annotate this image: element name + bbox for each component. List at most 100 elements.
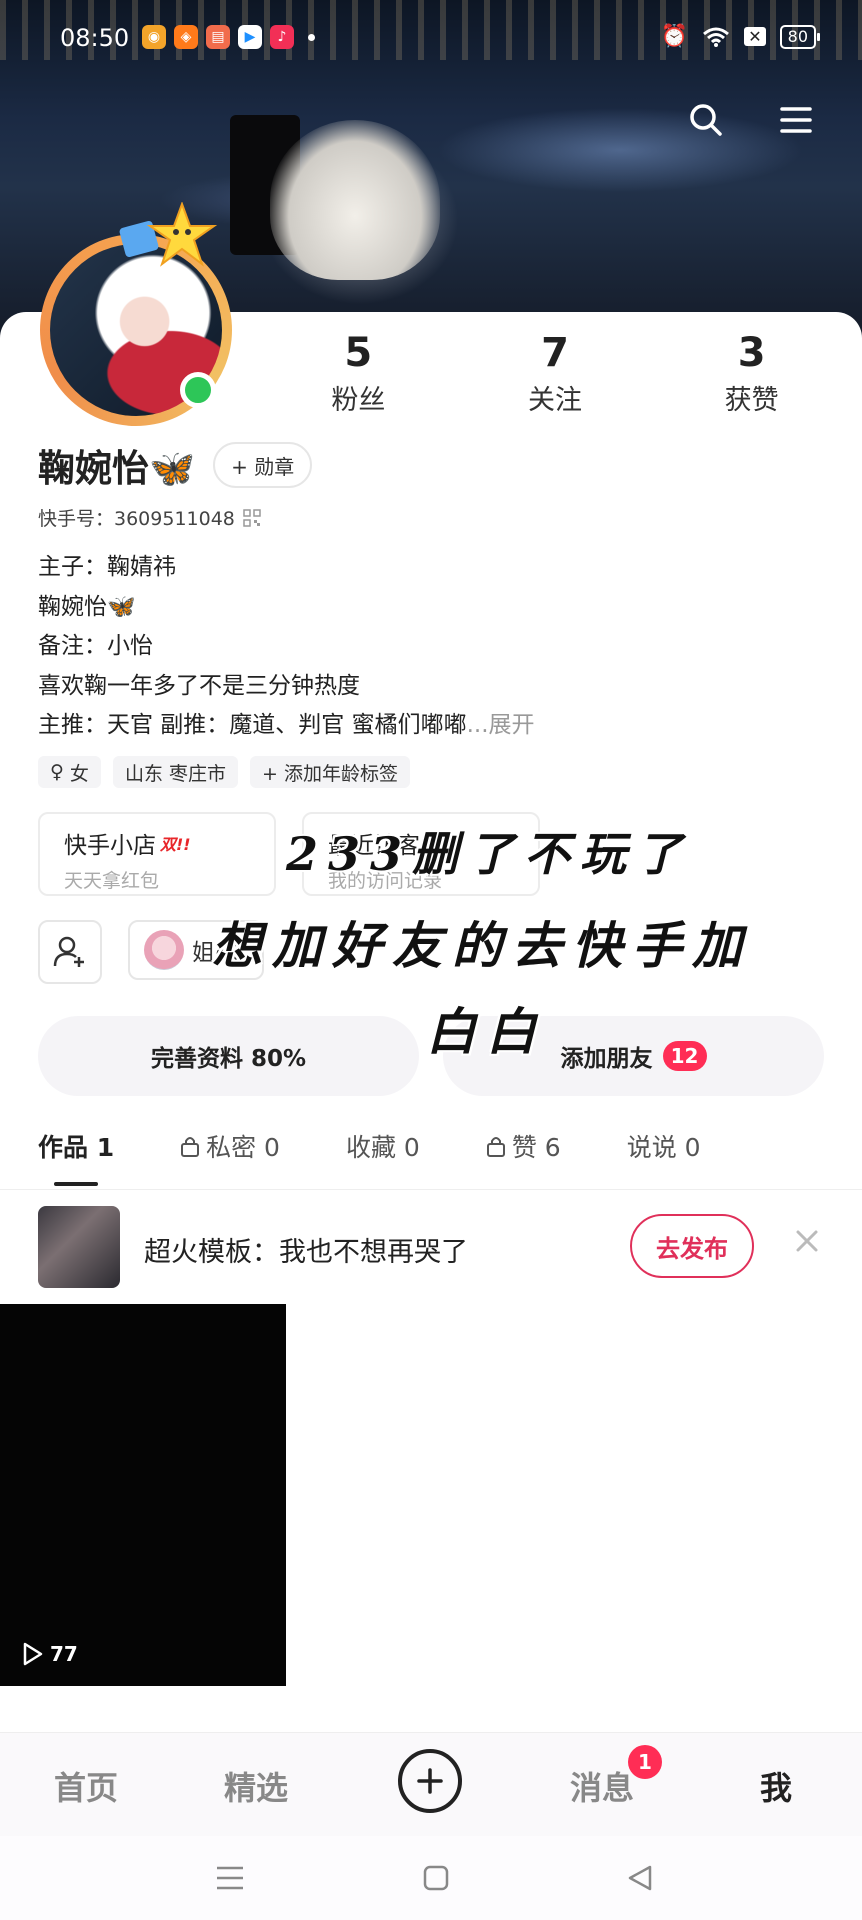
nav-me[interactable]: 我 [760, 1763, 792, 1809]
stat-likes[interactable]: 3 获赞 [653, 330, 850, 417]
bio-line: 主子：鞠婧祎 [38, 554, 176, 580]
bottom-nav: 首页 精选 消息 1 我 [0, 1732, 862, 1836]
menu-icon [780, 107, 812, 133]
stat-label: 关注 [528, 385, 582, 416]
add-user-icon [53, 936, 84, 967]
lock-icon [181, 1137, 200, 1157]
tag-gender: ♀ 女 [38, 756, 101, 788]
qr-code-icon [243, 508, 261, 527]
profile-tags: ♀ 女 山东 枣庄市 + 添加年龄标签 [38, 756, 410, 788]
overlay-text-line-1: 233删了不玩了 [286, 827, 693, 881]
stat-following[interactable]: 7 关注 [457, 330, 654, 417]
avatar-star-decoration-icon [119, 202, 218, 267]
tab-private[interactable]: 私密 0 [180, 1128, 280, 1164]
play-count-value: 77 [50, 1642, 78, 1666]
weibo-icon: ◉ [142, 25, 166, 49]
status-time: 08:50 [60, 24, 130, 52]
tab-label: 收藏 0 [345, 1133, 420, 1162]
back-triangle-icon [628, 1865, 652, 1891]
bio-line-last: 主推：天官 副推：魔道、判官 蜜橘们嘟嘟...展开 [38, 706, 535, 746]
battery-indicator: 80 [779, 24, 821, 49]
music-app-icon: ♪ [270, 25, 294, 49]
app-red-icon: ▤ [206, 25, 230, 49]
tab-likes[interactable]: 赞 6 [486, 1128, 561, 1164]
system-navigation-bar [0, 1836, 862, 1920]
home-button[interactable] [416, 1858, 456, 1898]
back-button[interactable] [620, 1858, 660, 1898]
kuaishou-id[interactable]: 快手号：3609511048 [38, 504, 261, 531]
more-notifications-dot [308, 33, 315, 41]
stat-followers[interactable]: 5 粉丝 [260, 330, 457, 417]
add-age-tag-button[interactable]: + 添加年龄标签 [249, 756, 410, 788]
create-button[interactable] [398, 1749, 462, 1813]
bio-line: 鞠婉怡🦋 [38, 593, 136, 620]
box-title: 快手小店 [64, 833, 156, 859]
sim-off-icon: ✕ [744, 27, 766, 46]
tab-favorites[interactable]: 收藏 0 [346, 1128, 420, 1164]
play-count: 77 [22, 1642, 78, 1666]
nav-home[interactable]: 首页 [54, 1763, 118, 1809]
close-icon[interactable] [790, 1224, 824, 1258]
recents-button[interactable] [210, 1858, 250, 1898]
name-row: 鞠婉怡🦋 + 勋章 [38, 438, 313, 492]
active-tab-indicator [54, 1182, 98, 1186]
bio-line: 喜欢鞠一年多了不是三分钟热度 [38, 672, 360, 699]
add-badge-button[interactable]: + 勋章 [213, 442, 313, 488]
app-orange-icon: ◈ [174, 25, 198, 49]
stat-label: 获赞 [724, 385, 779, 416]
template-promo-text: 超火模板：我也不想再哭了 [144, 1237, 468, 1268]
nav-featured[interactable]: 精选 [224, 1763, 288, 1809]
add-friends-label: 添加朋友 [560, 1046, 653, 1072]
notification-icons: ◉ ◈ ▤ ▶ ♪ [142, 25, 315, 49]
female-icon: ♀ [50, 761, 64, 783]
online-status-dot [180, 372, 216, 408]
search-icon [690, 104, 722, 136]
avatar[interactable] [40, 202, 232, 426]
home-square-icon [423, 1865, 449, 1891]
messages-badge: 1 [628, 1745, 662, 1779]
video-thumbnail[interactable]: 77 [0, 1304, 286, 1686]
wifi-icon [703, 27, 730, 47]
add-friends-count-badge: 12 [662, 1041, 707, 1071]
hot-badge: 双!! [160, 835, 191, 854]
recents-icon [217, 1866, 243, 1890]
tag-label: 女 [69, 762, 89, 785]
alarm-icon: ⏰ [660, 24, 689, 49]
nav-messages[interactable]: 消息 [570, 1763, 634, 1809]
add-contact-button[interactable] [38, 920, 102, 984]
bio-expand-link[interactable]: ...展开 [467, 712, 535, 738]
box-subtitle: 天天拿红包 [64, 870, 160, 892]
profile-bio[interactable]: 主子：鞠婧祎 鞠婉怡🦋 备注：小怡 喜欢鞠一年多了不是三分钟热度 主推：天官 副… [38, 548, 535, 746]
complete-profile-button[interactable]: 完善资料 80% [38, 1016, 419, 1096]
kuaishou-id-text: 快手号：3609511048 [38, 508, 235, 530]
kuaishou-shop-card[interactable]: 快手小店 双!! 天天拿红包 [38, 812, 276, 896]
cover-figure [270, 120, 440, 280]
complete-profile-label: 完善资料 80% [150, 1046, 307, 1072]
tab-works[interactable]: 作品 1 [38, 1128, 114, 1164]
friend-avatar [144, 930, 184, 970]
template-promo-banner: 超火模板：我也不想再哭了 去发布 [0, 1190, 862, 1304]
profile-stats: 5 粉丝 7 关注 3 获赞 [260, 330, 850, 417]
overlay-text-line-3: 白白 [426, 1002, 546, 1061]
profile-tabs: 作品 1 私密 0 收藏 0 赞 6 说说 0 [38, 1128, 838, 1164]
plus-icon [417, 1768, 443, 1794]
tab-label: 私密 0 [206, 1133, 280, 1162]
tag-location: 山东 枣庄市 [112, 756, 238, 788]
status-bar: 08:50 ◉ ◈ ▤ ▶ ♪ ⏰ ✕ 80 [0, 16, 862, 60]
tab-moments[interactable]: 说说 0 [627, 1128, 701, 1164]
lock-icon [486, 1137, 505, 1157]
tab-label: 赞 6 [511, 1133, 561, 1162]
tab-label: 说说 0 [626, 1133, 701, 1162]
search-button[interactable] [686, 100, 726, 140]
profile-name: 鞠婉怡🦋 [38, 447, 196, 490]
tab-label: 作品 1 [38, 1133, 115, 1162]
template-thumbnail[interactable] [38, 1206, 120, 1288]
stat-value: 3 [737, 330, 766, 376]
bio-line: 主推：天官 副推：魔道、判官 蜜橘们嘟嘟 [38, 712, 467, 738]
overlay-text-line-2: 想加好友的去快手加 [212, 916, 752, 975]
stat-label: 粉丝 [331, 385, 386, 416]
menu-button[interactable] [776, 100, 816, 140]
stat-value: 7 [541, 330, 569, 376]
bio-line: 备注：小怡 [38, 633, 153, 659]
publish-button[interactable]: 去发布 [630, 1214, 754, 1278]
